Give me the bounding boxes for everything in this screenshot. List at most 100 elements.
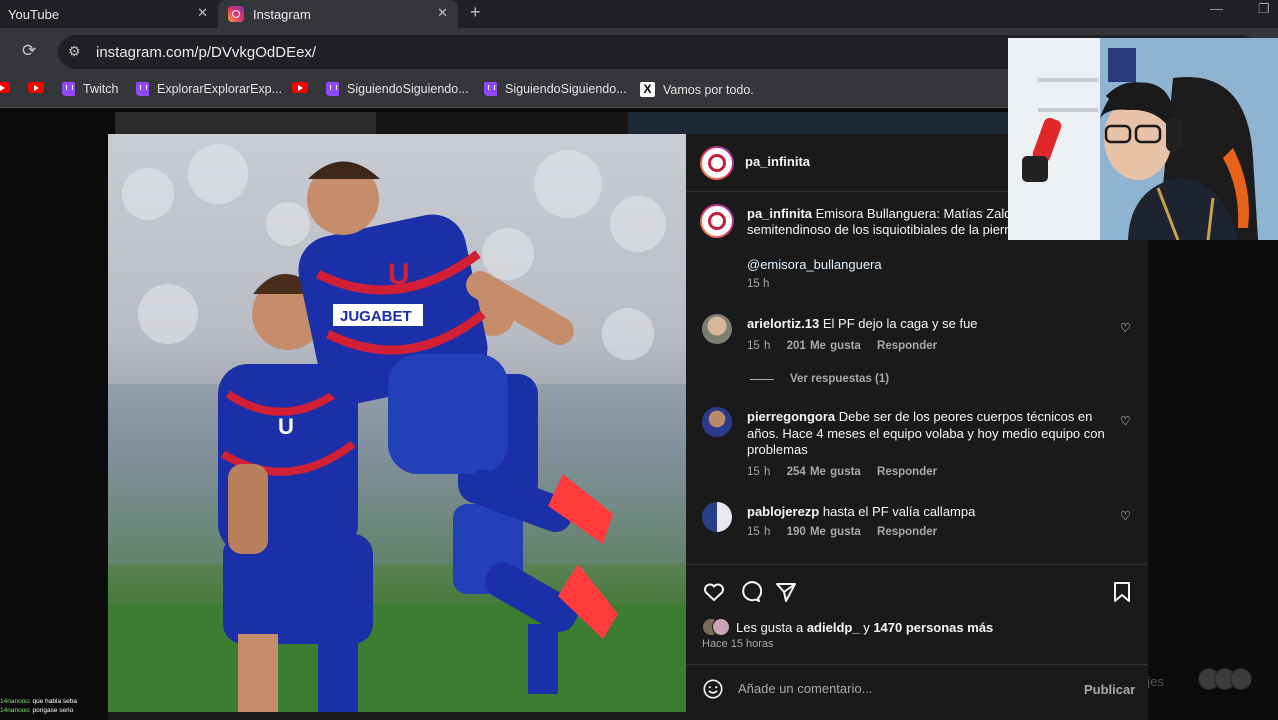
chat-username: 14nanooo bbox=[0, 698, 29, 705]
tab-instagram[interactable]: Instagram ✕ bbox=[218, 0, 458, 28]
url-text[interactable]: instagram.com/p/DVvkgOdDEex/ bbox=[96, 44, 316, 61]
bookmark-youtube-1[interactable] bbox=[0, 82, 10, 93]
svg-text:JUGABET: JUGABET bbox=[340, 308, 412, 325]
comment-likes-count[interactable]: 190 Me gusta bbox=[787, 526, 861, 538]
publish-comment-button[interactable]: Publicar bbox=[1084, 682, 1135, 697]
youtube-icon bbox=[292, 82, 308, 93]
comment-meta: 15 h 201 Me gusta Responder bbox=[747, 340, 949, 352]
comment-reply-button[interactable]: Responder bbox=[877, 466, 937, 478]
like-heart-icon[interactable] bbox=[702, 580, 726, 604]
comment-body: pablojerezp hasta el PF valía callampa bbox=[747, 504, 1107, 521]
post-photo[interactable]: U U JUGABET bbox=[108, 134, 686, 712]
comment-username[interactable]: pierregongora bbox=[747, 409, 835, 424]
comment-body: pierregongora Debe ser de los peores cue… bbox=[747, 409, 1107, 459]
comment-meta: 15 h 190 Me gusta Responder bbox=[747, 526, 949, 538]
author-avatar[interactable] bbox=[700, 146, 734, 180]
likers-avatars[interactable] bbox=[702, 618, 736, 636]
comment-text: El PF dejo la caga y se fue bbox=[822, 316, 978, 331]
view-replies-button[interactable]: Ver respuestas (1) bbox=[750, 373, 889, 385]
tab-instagram-label: Instagram bbox=[253, 6, 311, 22]
comment-text: hasta el PF valía callampa bbox=[822, 504, 976, 519]
save-bookmark-icon[interactable] bbox=[1110, 580, 1134, 604]
twitch-icon bbox=[136, 82, 149, 96]
bookmark-label: SiguiendoSiguiendo... bbox=[505, 82, 627, 96]
chat-message: 14nanooo: que habla seba bbox=[0, 697, 77, 706]
x-logo-icon: X bbox=[640, 82, 655, 97]
comment-like-heart-icon[interactable]: ♡ bbox=[1120, 414, 1131, 428]
svg-text:U: U bbox=[278, 414, 294, 439]
emoji-smiley-icon[interactable] bbox=[702, 678, 724, 700]
likes-prefix: Les gusta a bbox=[736, 619, 807, 635]
close-tab-youtube-icon[interactable]: ✕ bbox=[197, 5, 208, 21]
chat-text: : pongase serio bbox=[28, 707, 74, 714]
twitch-icon bbox=[326, 82, 339, 96]
comment-bubble-icon[interactable] bbox=[738, 580, 762, 604]
streamer-webcam-overlay bbox=[1008, 38, 1278, 240]
bookmark-explorar[interactable]: ExplorarExplorarExp... bbox=[136, 82, 282, 96]
chat-username: 14nanooo bbox=[0, 707, 29, 714]
comment-username[interactable]: arielortiz.13 bbox=[747, 316, 819, 331]
comment-time: 15 h bbox=[747, 526, 771, 538]
tab-bar: YouTube ✕ Instagram ✕ + — ❐ bbox=[0, 0, 1278, 28]
bookmark-youtube-2[interactable] bbox=[28, 82, 44, 93]
bookmark-label: ExplorarExplorarExp... bbox=[157, 82, 283, 96]
bookmark-label: Vamos por todo. bbox=[663, 82, 754, 97]
youtube-icon bbox=[0, 82, 10, 93]
caption-mention-link[interactable]: @emisora_bullanguera bbox=[747, 257, 882, 272]
bookmark-siguiendo-1[interactable]: SiguiendoSiguiendo... bbox=[326, 82, 469, 96]
view-replies-label: Ver respuestas (1) bbox=[790, 373, 890, 385]
author-username[interactable]: pa_infinita bbox=[745, 154, 810, 169]
comment-like-heart-icon[interactable]: ♡ bbox=[1120, 321, 1131, 335]
commenter-avatar[interactable] bbox=[702, 502, 732, 532]
caption-time: 15 h bbox=[747, 278, 770, 290]
comment-body: arielortiz.13 El PF dejo la caga y se fu… bbox=[747, 316, 1107, 333]
reload-icon[interactable]: ⟳ bbox=[22, 41, 36, 61]
commenter-avatar[interactable] bbox=[702, 314, 732, 344]
comment-reply-button[interactable]: Responder bbox=[877, 526, 937, 538]
comment-time: 15 h bbox=[747, 466, 771, 478]
site-settings-icon[interactable]: ⚙ bbox=[68, 43, 81, 60]
bookmark-siguiendo-2[interactable]: SiguiendoSiguiendo... bbox=[484, 82, 627, 96]
background-avatars bbox=[1198, 668, 1268, 692]
comment-like-heart-icon[interactable]: ♡ bbox=[1120, 509, 1131, 523]
close-tab-instagram-icon[interactable]: ✕ bbox=[437, 5, 448, 21]
likes-user[interactable]: adieldp_ bbox=[807, 620, 860, 635]
stream-chat-overlay: 14nanooo: que habla seba 14nanooo: ponga… bbox=[0, 697, 77, 715]
chat-text: : que habla seba bbox=[28, 698, 77, 705]
bookmark-youtube-3[interactable] bbox=[292, 82, 308, 93]
caption-avatar[interactable] bbox=[700, 204, 734, 238]
minimize-window-icon[interactable]: — bbox=[1210, 1, 1223, 16]
commenter-avatar[interactable] bbox=[702, 407, 732, 437]
likes-summary: Les gusta a adieldp_ y 1470 personas más bbox=[702, 618, 993, 636]
restore-window-icon[interactable]: ❐ bbox=[1258, 1, 1270, 17]
comment-username[interactable]: pablojerezp bbox=[747, 504, 819, 519]
likes-text[interactable]: Les gusta a adieldp_ y 1470 personas más bbox=[736, 620, 993, 635]
caption-username[interactable]: pa_infinita bbox=[747, 206, 812, 221]
share-send-icon[interactable] bbox=[774, 580, 798, 604]
bookmark-twitch[interactable]: Twitch bbox=[62, 82, 118, 96]
comment-reply-button[interactable]: Responder bbox=[877, 340, 937, 352]
add-comment-input[interactable] bbox=[738, 681, 1068, 696]
background-feed-bottom bbox=[108, 712, 1148, 720]
comment-likes-count[interactable]: 201 Me gusta bbox=[787, 340, 861, 352]
streamer-webcam-image bbox=[1008, 38, 1278, 240]
instagram-favicon-icon bbox=[228, 6, 244, 22]
youtube-icon bbox=[28, 82, 44, 93]
comment-likes-count[interactable]: 254 Me gusta bbox=[787, 466, 861, 478]
twitch-icon bbox=[484, 82, 497, 96]
bookmark-label: SiguiendoSiguiendo... bbox=[347, 82, 469, 96]
post-caption: pa_infinita Emisora Bullanguera: Matías … bbox=[747, 206, 1009, 238]
caption-text: Emisora Bullanguera: Matías Zaldiv bbox=[815, 206, 1009, 221]
caption-text-line2: semitendinoso de los isquiotibiales de l… bbox=[747, 222, 1009, 237]
new-tab-button[interactable]: + bbox=[470, 2, 481, 23]
tab-youtube[interactable]: YouTube ✕ bbox=[0, 0, 218, 28]
comment-time: 15 h bbox=[747, 340, 771, 352]
post-modal: U U JUGABET pa_infinita pa_infinita Emis… bbox=[108, 134, 1148, 712]
likes-count[interactable]: 1470 personas más bbox=[873, 620, 993, 635]
bookmark-x[interactable]: X Vamos por todo. bbox=[640, 82, 754, 97]
svg-text:U: U bbox=[388, 258, 410, 291]
chat-message: 14nanooo: pongase serio bbox=[0, 706, 77, 715]
comment-box-divider bbox=[686, 664, 1148, 665]
background-feed-strip bbox=[115, 112, 1015, 134]
actions-divider bbox=[686, 564, 1148, 565]
